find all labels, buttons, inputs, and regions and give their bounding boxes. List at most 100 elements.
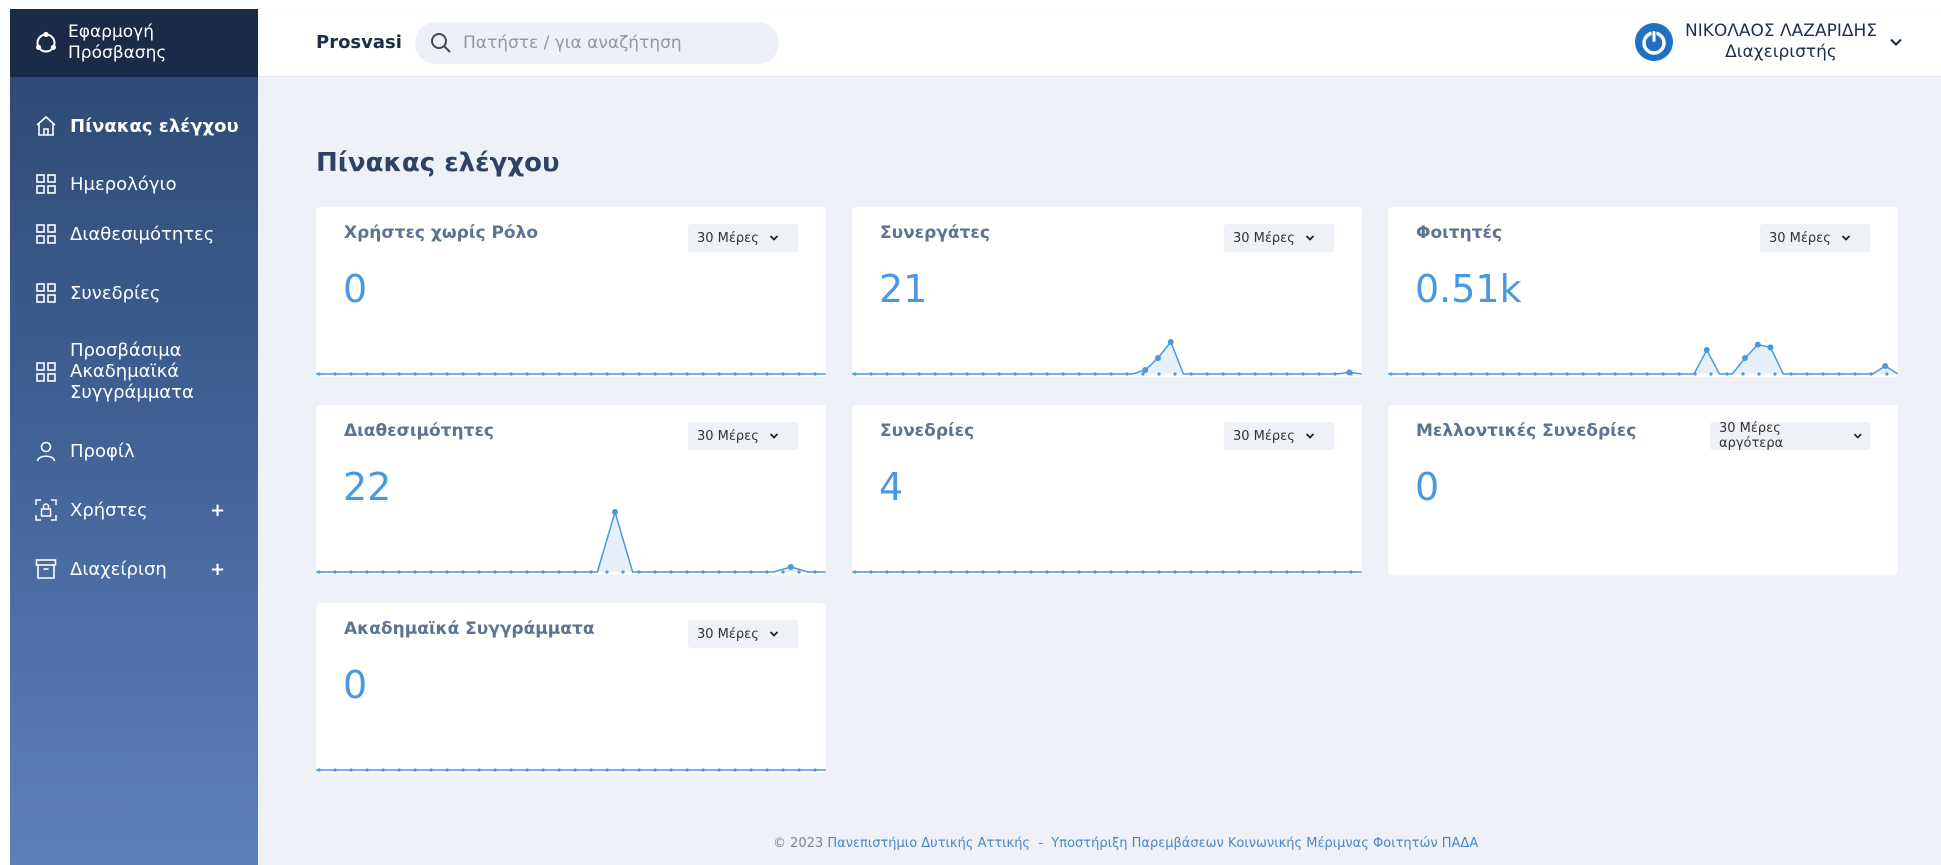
sparkline-point [965,570,969,574]
sidebar: Εφαρμογή Πρόσβασης Πίνακας ελέγχου Ημερο… [10,9,258,865]
sparkline-peak-point [1703,347,1710,353]
footer-link-support[interactable]: Υποστήριξη Παρεμβάσεων Κοινωνικής Μέριμν… [1051,836,1478,851]
chevron-down-icon [1305,433,1314,439]
period-select[interactable]: 30 Μέρες [688,620,798,648]
stat-card-partners: Συνεργάτες 30 Μέρες 21 [852,207,1362,377]
sparkline-point [1757,372,1761,376]
expand-plus-icon[interactable]: + [210,500,225,521]
sparkline-point [413,372,417,376]
grid-icon [34,172,58,196]
sparkline-point [573,372,577,376]
sparkline-point [1125,570,1129,574]
sidebar-item-accessible-books[interactable]: Προσβάσιμα Ακαδημαϊκά Συγγράμματα [10,340,258,403]
sparkline-point [1189,570,1193,574]
sparkline-point [813,570,817,574]
sidebar-item-dashboard[interactable]: Πίνακας ελέγχου [10,114,258,138]
footer-separator: - [1038,836,1044,851]
sparkline-peak-point [1155,355,1161,361]
sidebar-item-users[interactable]: Χρήστες + [10,498,258,522]
sparkline-point [901,372,905,376]
sparkline-point [1453,372,1457,376]
period-select[interactable]: 30 Μέρες [1224,422,1334,450]
sparkline-point [685,372,689,376]
period-select[interactable]: 30 Μέρες [688,224,798,252]
card-title: Ακαδημαϊκά Συγγράμματα [344,619,595,639]
sparkline-point [1205,372,1209,376]
sparkline-point [885,372,889,376]
sparkline-point [525,372,529,376]
period-select[interactable]: 30 Μέρες [1224,224,1334,252]
sparkline-point [1485,372,1489,376]
card-value: 0 [343,267,368,311]
sparkline-point [1141,372,1145,376]
sidebar-item-sessions[interactable]: Συνεδρίες [10,281,258,305]
sparkline-point [1189,372,1193,376]
sparkline-point [1301,372,1305,376]
sparkline-point [1221,570,1225,574]
sidebar-item-administration[interactable]: Διαχείριση + [10,557,258,581]
sparkline-point [853,570,857,574]
user-menu[interactable]: ΝΙΚΟΛΑΟΣ ΛΑΖΑΡΙΔΗΣ Διαχειριστής [1635,21,1903,63]
sparkline-point [717,372,721,376]
sparkline-point [1125,372,1129,376]
sparkline-point [589,372,593,376]
sparkline-point [1517,372,1521,376]
sparkline-point [869,570,873,574]
sparkline-point [1157,570,1161,574]
sparkline-point [461,372,465,376]
sidebar-item-availabilities[interactable]: Διαθεσιμότητες [10,222,258,246]
sparkline-peak-point [1754,341,1761,348]
sidebar-item-calendar[interactable]: Ημερολόγιο [10,172,258,196]
sidebar-item-label: Πίνακας ελέγχου [70,115,239,137]
sparkline-point [701,768,705,772]
stat-card-students: Φοιτητές 30 Μέρες 0.51k [1388,207,1898,377]
sparkline-area [852,342,1362,374]
sparkline-point [445,768,449,772]
sparkline-point [1565,372,1569,376]
sparkline-point [1333,372,1337,376]
sparkline-point [1677,372,1681,376]
search-input[interactable] [463,33,763,53]
card-title: Χρήστες χωρίς Ρόλο [344,223,539,243]
sparkline-point [1285,372,1289,376]
footer-link-university[interactable]: Πανεπιστήμιο Δυτικής Αττικής [827,836,1030,851]
sparkline-point [765,570,769,574]
card-value: 0.51k [1415,267,1522,311]
sparkline-point [1533,372,1537,376]
sparkline-point [813,372,817,376]
sparkline-point [557,372,561,376]
sparkline-point [981,372,985,376]
sparkline-point [461,570,465,574]
sparkline-point [1333,570,1337,574]
sparkline-peak-point [1142,367,1149,373]
sparkline-point [885,570,889,574]
period-select[interactable]: 30 Μέρες αργότερα [1710,421,1870,451]
sparkline-point [1661,372,1665,376]
search-box[interactable] [415,22,779,64]
sparkline-point [1237,372,1241,376]
card-value: 0 [1415,465,1440,509]
expand-plus-icon[interactable]: + [210,559,225,580]
sparkline-point [1253,372,1257,376]
sidebar-item-profile[interactable]: Προφίλ [10,439,258,463]
sparkline-point [493,768,497,772]
chevron-down-icon [1841,235,1850,241]
sparkline-point [621,570,625,574]
sparkline [316,768,826,772]
sparkline [1388,341,1898,376]
label-line: Ακαδημαϊκά [70,361,180,382]
sparkline-point [317,768,321,772]
app-name[interactable]: Prosvasi [316,32,402,53]
sparkline-point [733,372,737,376]
sparkline-point [965,372,969,376]
period-select[interactable]: 30 Μέρες [1760,224,1870,252]
archive-icon [34,557,58,581]
top-bar: Prosvasi ΝΙΚΟΛΑΟΣ ΛΑΖΑΡΙΔΗΣ Διαχειριστής [258,9,1941,77]
brand[interactable]: Εφαρμογή Πρόσβασης [10,9,258,77]
chevron-down-icon [769,433,778,439]
period-select[interactable]: 30 Μέρες [688,422,798,450]
card-title: Μελλοντικές Συνεδρίες [1416,421,1637,441]
sparkline-point [429,372,433,376]
sparkline-point [1349,570,1353,574]
sparkline-point [669,372,673,376]
